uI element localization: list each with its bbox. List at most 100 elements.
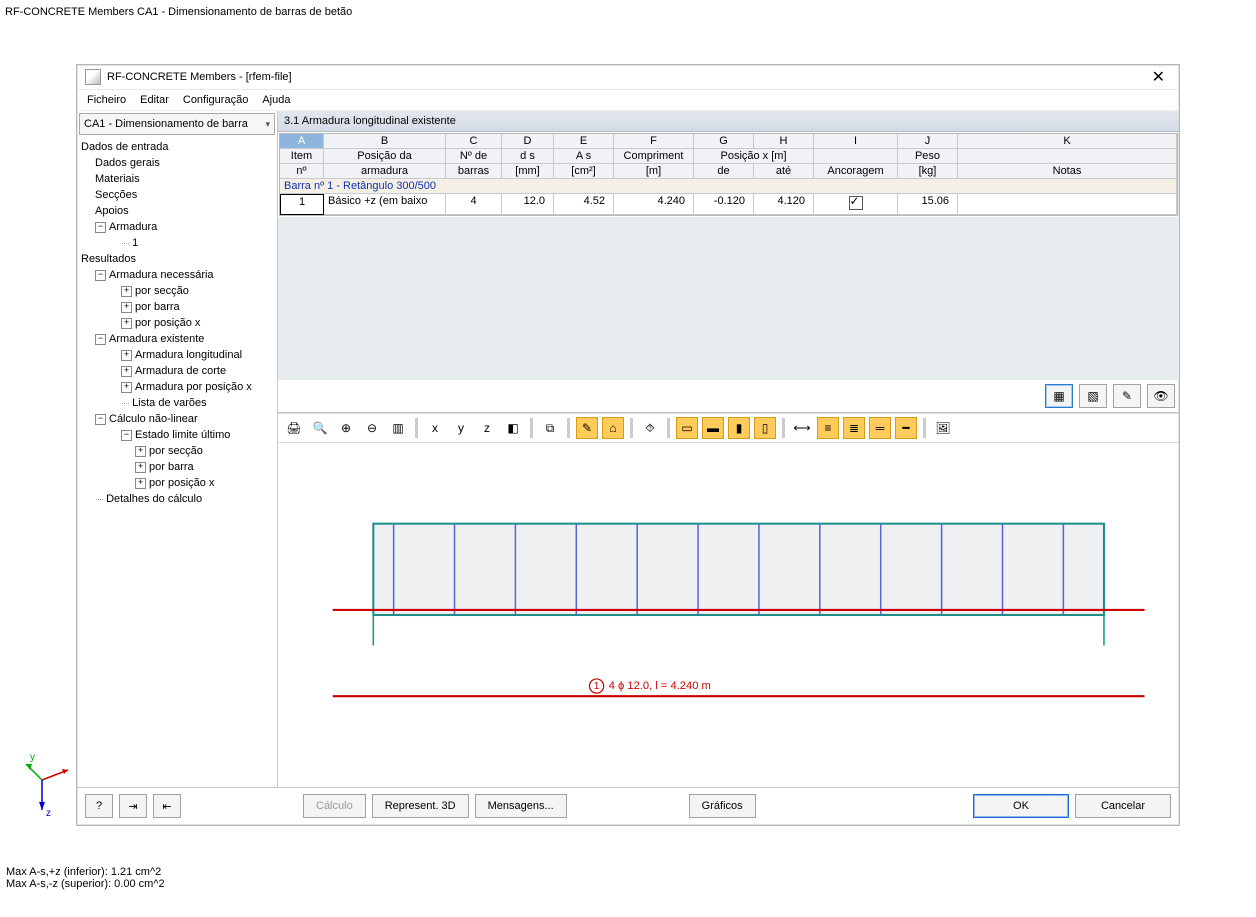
tree-armadura[interactable]: −Armadura <box>81 219 277 235</box>
tb-axis-y-icon[interactable]: y <box>450 417 472 439</box>
dialog-footer: ? ⇥ ⇤ Cálculo Represent. 3D Mensagens...… <box>77 787 1179 824</box>
tree-elu-seccao[interactable]: +por secção <box>81 443 277 459</box>
tb-axis-x-icon[interactable]: x <box>424 417 446 439</box>
cell-ate[interactable]: 4.120 <box>754 194 814 215</box>
help-button[interactable]: ? <box>85 794 113 818</box>
tree-materiais[interactable]: Materiais <box>81 171 277 187</box>
tb-find-icon[interactable]: 🔍 <box>309 417 331 439</box>
tool-pick[interactable]: ✎ <box>1113 384 1141 408</box>
tb-view1-icon[interactable]: ▭ <box>676 417 698 439</box>
tree-apoios[interactable]: Apoios <box>81 203 277 219</box>
tree-dados-entrada[interactable]: Dados de entrada <box>81 139 277 155</box>
tb-tag-icon[interactable]: ⌂ <box>602 417 624 439</box>
menu-ficheiro[interactable]: Ficheiro <box>87 94 126 106</box>
tb-dim-icon[interactable]: ⟷ <box>791 417 813 439</box>
cell-as[interactable]: 4.52 <box>554 194 614 215</box>
tb-person-icon[interactable]: ⯑ <box>639 417 661 439</box>
mensagens-button[interactable]: Mensagens... <box>475 794 567 818</box>
tb-view3-icon[interactable]: ▮ <box>728 417 750 439</box>
export-button[interactable]: ⇤ <box>153 794 181 818</box>
tb-bars3-icon[interactable]: ═ <box>869 417 891 439</box>
col-D[interactable]: D <box>502 134 554 149</box>
table-group-row[interactable]: Barra nº 1 - Retângulo 300/500 <box>280 179 1177 194</box>
tb-zoom-out-icon[interactable]: ⊖ <box>361 417 383 439</box>
tb-view-icon[interactable]: ▥ <box>387 417 409 439</box>
col-C[interactable]: C <box>446 134 502 149</box>
tb-bars1-icon[interactable]: ≡ <box>817 417 839 439</box>
tb-bars2-icon[interactable]: ≣ <box>843 417 865 439</box>
app-icon <box>85 69 101 85</box>
h-posx: Posição x [m] <box>694 149 814 164</box>
menu-editar[interactable]: Editar <box>140 94 169 106</box>
tree-elu-posx[interactable]: +por posição x <box>81 475 277 491</box>
cell-anc[interactable] <box>814 194 898 215</box>
col-E[interactable]: E <box>554 134 614 149</box>
tree-detalhes[interactable]: ···· Detalhes do cálculo <box>81 491 277 507</box>
tree-exist-corte[interactable]: +Armadura de corte <box>81 363 277 379</box>
case-combo[interactable]: CA1 - Dimensionamento de barra▾ <box>79 113 275 135</box>
h-anc-blank <box>814 149 898 164</box>
dialog-window: RF-CONCRETE Members - [rfem-file] ✕ Fich… <box>76 64 1180 826</box>
tree-arm-existente[interactable]: −Armadura existente <box>81 331 277 347</box>
ok-button[interactable]: OK <box>973 794 1069 818</box>
import-button[interactable]: ⇥ <box>119 794 147 818</box>
reinforcement-graphic[interactable]: 1 4 ϕ 12.0, l = 4.240 m <box>282 447 1175 783</box>
tree-necess-barra[interactable]: +por barra <box>81 299 277 315</box>
tree-elu-barra[interactable]: +por barra <box>81 459 277 475</box>
tree-seccoes[interactable]: Secções <box>81 187 277 203</box>
col-A[interactable]: A <box>280 134 324 149</box>
col-K[interactable]: K <box>958 134 1177 149</box>
tree-lista-varoes[interactable]: ···· Lista de varões <box>81 395 277 411</box>
tree-exist-long[interactable]: +Armadura longitudinal <box>81 347 277 363</box>
tree-resultados[interactable]: Resultados <box>81 251 277 267</box>
tool-eye[interactable]: 👁 <box>1147 384 1175 408</box>
tb-view4-icon[interactable]: ▯ <box>754 417 776 439</box>
tree-exist-posx[interactable]: +Armadura por posição x <box>81 379 277 395</box>
h-ate: até <box>754 164 814 179</box>
cell-peso[interactable]: 15.06 <box>898 194 958 215</box>
tree-elu[interactable]: −Estado limite último <box>81 427 277 443</box>
tree-calc-nlin[interactable]: −Cálculo não-linear <box>81 411 277 427</box>
cell-n[interactable]: 4 <box>446 194 502 215</box>
cell-pos[interactable]: Básico +z (em baixo <box>324 194 446 215</box>
navigator-tree[interactable]: Dados de entrada Dados gerais Materiais … <box>77 137 277 787</box>
cell-len[interactable]: 4.240 <box>614 194 694 215</box>
cell-ds[interactable]: 12.0 <box>502 194 554 215</box>
col-H[interactable]: H <box>754 134 814 149</box>
tb-print-icon[interactable]: 🖨 <box>283 417 305 439</box>
col-G[interactable]: G <box>694 134 754 149</box>
results-table[interactable]: A B C D E F G H I J K Item Posição <box>279 133 1178 216</box>
tb-bars4-icon[interactable]: ━ <box>895 417 917 439</box>
menu-configuracao[interactable]: Configuração <box>183 94 248 106</box>
graficos-button[interactable]: Gráficos <box>689 794 756 818</box>
tb-edit-icon[interactable]: ✎ <box>576 417 598 439</box>
cell-item[interactable]: 1 <box>280 194 324 215</box>
cancel-button[interactable]: Cancelar <box>1075 794 1171 818</box>
cell-de[interactable]: -0.120 <box>694 194 754 215</box>
represent-3d-button[interactable]: Represent. 3D <box>372 794 469 818</box>
col-F[interactable]: F <box>614 134 694 149</box>
tb-image-icon[interactable]: 🖼 <box>932 417 954 439</box>
table-row[interactable]: 1 Básico +z (em baixo 4 12.0 4.52 4.240 … <box>280 194 1177 215</box>
tb-iso-icon[interactable]: ◧ <box>502 417 524 439</box>
tb-zoom-in-icon[interactable]: ⊕ <box>335 417 357 439</box>
tree-dados-gerais[interactable]: Dados gerais <box>81 155 277 171</box>
tb-copy-icon[interactable]: ⧉ <box>539 417 561 439</box>
tool-section[interactable]: ▧ <box>1079 384 1107 408</box>
tb-view2-icon[interactable]: ▬ <box>702 417 724 439</box>
col-B[interactable]: B <box>324 134 446 149</box>
h-ds2: [mm] <box>502 164 554 179</box>
menu-ajuda[interactable]: Ajuda <box>262 94 290 106</box>
close-icon[interactable]: ✕ <box>1146 67 1171 87</box>
tree-necess-seccao[interactable]: +por secção <box>81 283 277 299</box>
tool-view-selected[interactable]: ▦ <box>1045 384 1073 408</box>
calculo-button[interactable]: Cálculo <box>303 794 366 818</box>
cell-notas[interactable] <box>958 194 1177 215</box>
col-J[interactable]: J <box>898 134 958 149</box>
tb-axis-z-icon[interactable]: z <box>476 417 498 439</box>
col-I[interactable]: I <box>814 134 898 149</box>
h-ds: d s <box>502 149 554 164</box>
tree-arm-necessaria[interactable]: −Armadura necessária <box>81 267 277 283</box>
tree-necess-posx[interactable]: +por posição x <box>81 315 277 331</box>
tree-armadura-1[interactable]: ···· 1 <box>81 235 277 251</box>
